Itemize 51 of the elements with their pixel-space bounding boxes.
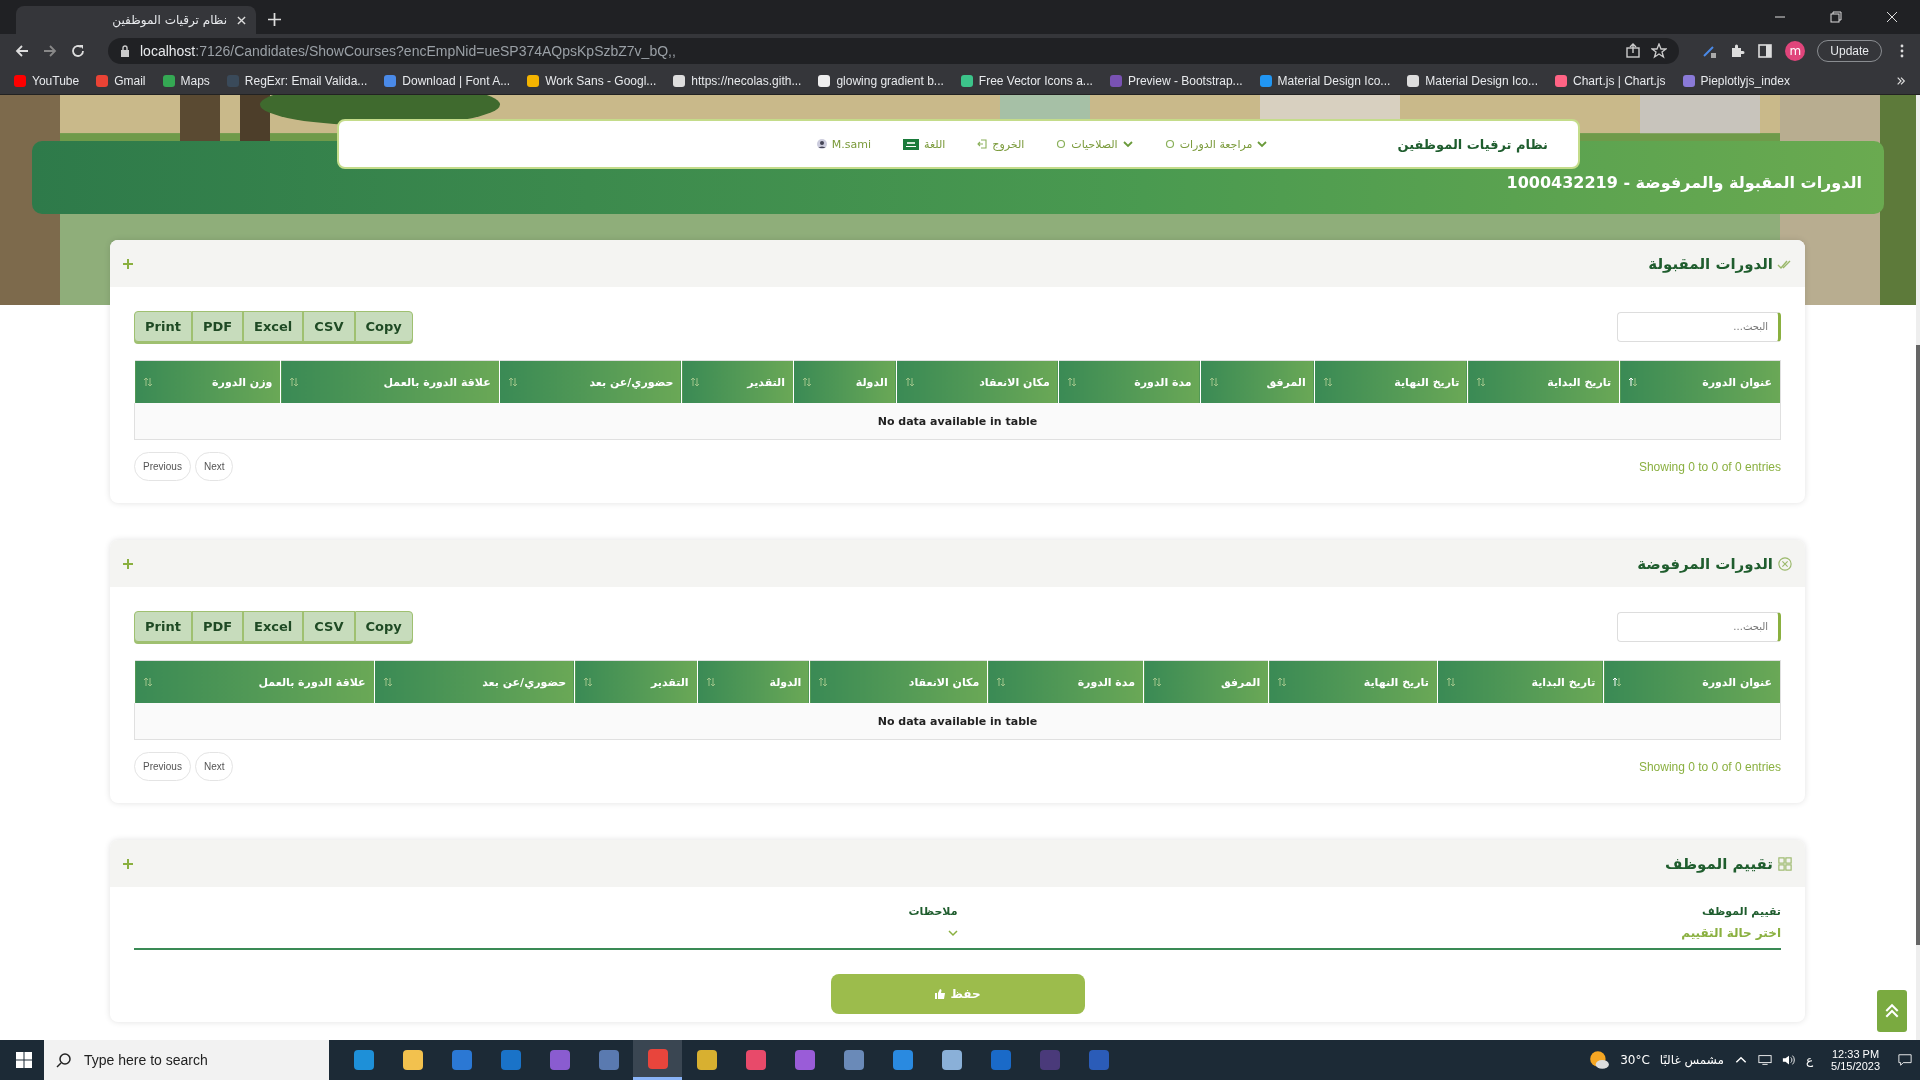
bookmark[interactable]: YouTube bbox=[14, 74, 80, 88]
empty-message: No data available in table bbox=[134, 703, 1781, 740]
export-button[interactable]: Excel bbox=[243, 611, 304, 642]
export-button[interactable]: Print bbox=[134, 311, 192, 342]
export-button[interactable]: PDF bbox=[191, 311, 244, 342]
empty-message: No data available in table bbox=[134, 403, 1781, 440]
export-button[interactable]: CSV bbox=[303, 611, 355, 642]
pagination-button[interactable]: Previous bbox=[134, 452, 191, 481]
address-bar[interactable]: localhost:7126/Candidates/ShowCourses?encEmpNid=ueSP374AQpsKpSzbZ7v_bQ,, bbox=[108, 38, 1680, 64]
bookmark[interactable]: Pieplotlyjs_index bbox=[1682, 74, 1790, 88]
export-button[interactable]: CSV bbox=[303, 311, 355, 342]
brand-title: نظام ترقيات الموظفين bbox=[1397, 136, 1548, 152]
clock[interactable]: 12:33 PM 5/15/2023 bbox=[1831, 1048, 1880, 1072]
language-indicator[interactable]: ع bbox=[1805, 1053, 1814, 1067]
export-button[interactable]: Print bbox=[134, 611, 192, 642]
export-button[interactable]: Excel bbox=[243, 311, 304, 342]
pagination-button[interactable]: Next bbox=[194, 752, 234, 781]
export-button[interactable]: Copy bbox=[354, 611, 413, 642]
entries-info: Showing 0 to 0 of 0 entries bbox=[1638, 759, 1781, 774]
search-field[interactable]: البحث... bbox=[1617, 311, 1781, 342]
temperature: 30°C bbox=[1620, 1053, 1650, 1067]
bookmark[interactable]: glowing gradient b... bbox=[818, 74, 944, 88]
section-title: الدورات المقبولة bbox=[1648, 254, 1773, 273]
taskbar-search-field[interactable]: Type here to search bbox=[44, 1040, 329, 1080]
search-field[interactable]: البحث... bbox=[1617, 611, 1781, 642]
bookmark[interactable]: Download | Font A... bbox=[384, 74, 511, 88]
pagination-button[interactable]: Next bbox=[194, 452, 234, 481]
bookmark[interactable]: Material Design Ico... bbox=[1407, 74, 1539, 88]
export-button[interactable]: PDF bbox=[191, 611, 244, 642]
pagination-button[interactable]: Previous bbox=[134, 752, 191, 781]
bookmark[interactable]: Preview - Bootstrap... bbox=[1109, 74, 1243, 88]
entries-info: Showing 0 to 0 of 0 entries bbox=[1638, 459, 1781, 474]
bookmark[interactable]: Material Design Ico... bbox=[1259, 74, 1391, 88]
section-title: تقييم الموظف bbox=[1665, 854, 1773, 873]
page-title: الدورات المقبولة والمرفوضة - 1000432219 bbox=[1506, 173, 1862, 192]
profile-avatar[interactable]: m bbox=[1785, 41, 1806, 61]
tab-title: نظام ترقيات الموظفين bbox=[112, 13, 227, 27]
bookmark[interactable]: Free Vector Icons a... bbox=[960, 74, 1093, 88]
bookmark[interactable]: Maps bbox=[162, 74, 210, 88]
bookmark[interactable]: Chart.js | Chart.js bbox=[1555, 74, 1666, 88]
weather-text: مشمس غالبًا bbox=[1659, 1053, 1724, 1067]
bookmark[interactable]: RegExr: Email Valida... bbox=[226, 74, 368, 88]
field-label: تقييم الموظف bbox=[1700, 905, 1781, 918]
export-button[interactable]: Copy bbox=[354, 311, 413, 342]
browser-tab[interactable]: نظام ترقيات الموظفين bbox=[16, 6, 256, 34]
bookmark[interactable]: Work Sans - Googl... bbox=[527, 74, 657, 88]
bookmark[interactable]: https://necolas.gith... bbox=[673, 74, 802, 88]
url-text: localhost:7126/Candidates/ShowCourses?encEmpNid=ueSP374AQpsKpSzbZ7v_bQ,, bbox=[140, 43, 676, 59]
bookmark[interactable]: Gmail bbox=[96, 74, 146, 88]
section-title: الدورات المرفوضة bbox=[1637, 554, 1773, 573]
field-label: ملاحظات bbox=[907, 905, 958, 918]
